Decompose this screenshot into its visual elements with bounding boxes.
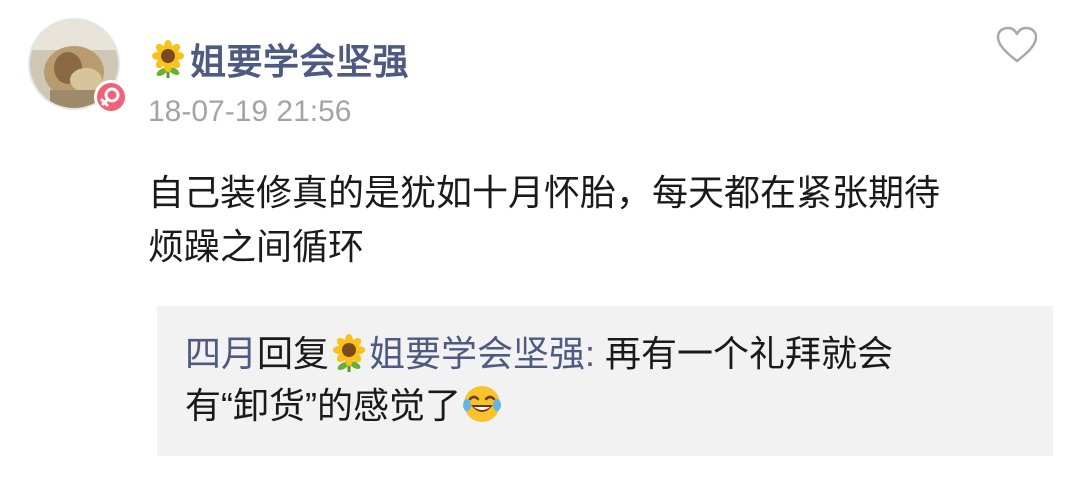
- reply-box[interactable]: 四月回复 姐要学会坚强: 再有一个礼拜就会 有“卸货”的感觉了: [157, 306, 1053, 456]
- reply-line-2: 有“卸货”的感觉了: [185, 380, 985, 432]
- reply-verb: 回复: [257, 333, 330, 374]
- reply-target-link[interactable]: 姐要学会坚强:: [369, 333, 595, 374]
- female-icon: [94, 80, 128, 114]
- comment-body: 自己装修真的是犹如十月怀胎，每天都在紧张期待 烦躁之间循环: [148, 166, 1018, 274]
- comment-body-line: 烦躁之间循环: [148, 226, 365, 267]
- timestamp: 18-07-19 21:56: [148, 95, 352, 128]
- laughing-tears-icon: [461, 383, 503, 425]
- reply-text: 四月回复 姐要学会坚强: 再有一个礼拜就会 有“卸货”的感觉了: [185, 328, 985, 432]
- comment-card: 姐要学会坚强 18-07-19 21:56 自己装修真的是犹如十月怀胎，每天都在…: [0, 0, 1080, 477]
- heart-outline-icon[interactable]: [996, 26, 1038, 64]
- sunflower-icon: [148, 39, 188, 79]
- avatar-container[interactable]: [28, 18, 128, 114]
- reply-message-part: 有“卸货”的感觉了: [185, 385, 461, 426]
- reply-line-1: 四月回复 姐要学会坚强: 再有一个礼拜就会: [185, 328, 985, 380]
- sunflower-icon: [329, 333, 369, 373]
- comment-body-line: 自己装修真的是犹如十月怀胎，每天都在紧张期待: [148, 172, 941, 213]
- username[interactable]: 姐要学会坚强: [190, 33, 409, 85]
- username-row[interactable]: 姐要学会坚强: [148, 32, 409, 86]
- reply-message-part: 再有一个礼拜就会: [595, 333, 894, 374]
- reply-author-link[interactable]: 四月: [185, 333, 257, 374]
